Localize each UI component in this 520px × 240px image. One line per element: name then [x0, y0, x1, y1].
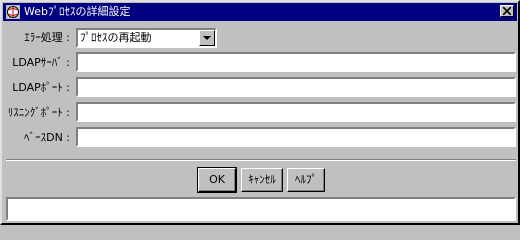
close-icon	[503, 7, 511, 15]
app-icon	[6, 5, 20, 19]
listening-port-label: ﾘｽﾆﾝｸﾞﾎﾟｰﾄ :	[7, 106, 70, 119]
error-handling-value: ﾌﾟﾛｾｽの再起動	[80, 31, 152, 44]
ldap-port-label: LDAPﾎﾟｰﾄ :	[12, 81, 70, 94]
separator	[6, 159, 516, 161]
cancel-button[interactable]: ｷｬﾝｾﾙ	[241, 168, 283, 192]
ldap-server-label: LDAPｻｰﾊﾞ :	[12, 56, 70, 69]
ldap-server-input[interactable]	[76, 52, 516, 72]
help-button[interactable]: ﾍﾙﾌﾟ	[287, 168, 325, 192]
listening-port-input[interactable]	[76, 102, 516, 122]
close-button[interactable]	[500, 5, 514, 17]
base-dn-input[interactable]	[76, 127, 516, 147]
ok-button[interactable]: OK	[197, 167, 237, 193]
chevron-down-icon	[203, 36, 211, 40]
base-dn-label: ﾍﾞｰｽDN :	[24, 131, 70, 144]
error-handling-label: ｴﾗｰ処理 :	[24, 31, 70, 44]
title-bar[interactable]: Webﾌﾟﾛｾｽの詳細設定	[3, 3, 517, 21]
ldap-port-input[interactable]	[76, 77, 516, 97]
error-handling-select[interactable]: ﾌﾟﾛｾｽの再起動	[76, 28, 217, 48]
status-bar	[6, 197, 516, 221]
dialog-window: Webﾌﾟﾛｾｽの詳細設定 ｴﾗｰ処理 : ﾌﾟﾛｾｽの再起動 LDAPｻｰﾊﾞ…	[0, 0, 520, 225]
dropdown-button[interactable]	[199, 30, 215, 46]
window-title: Webﾌﾟﾛｾｽの詳細設定	[24, 5, 131, 18]
